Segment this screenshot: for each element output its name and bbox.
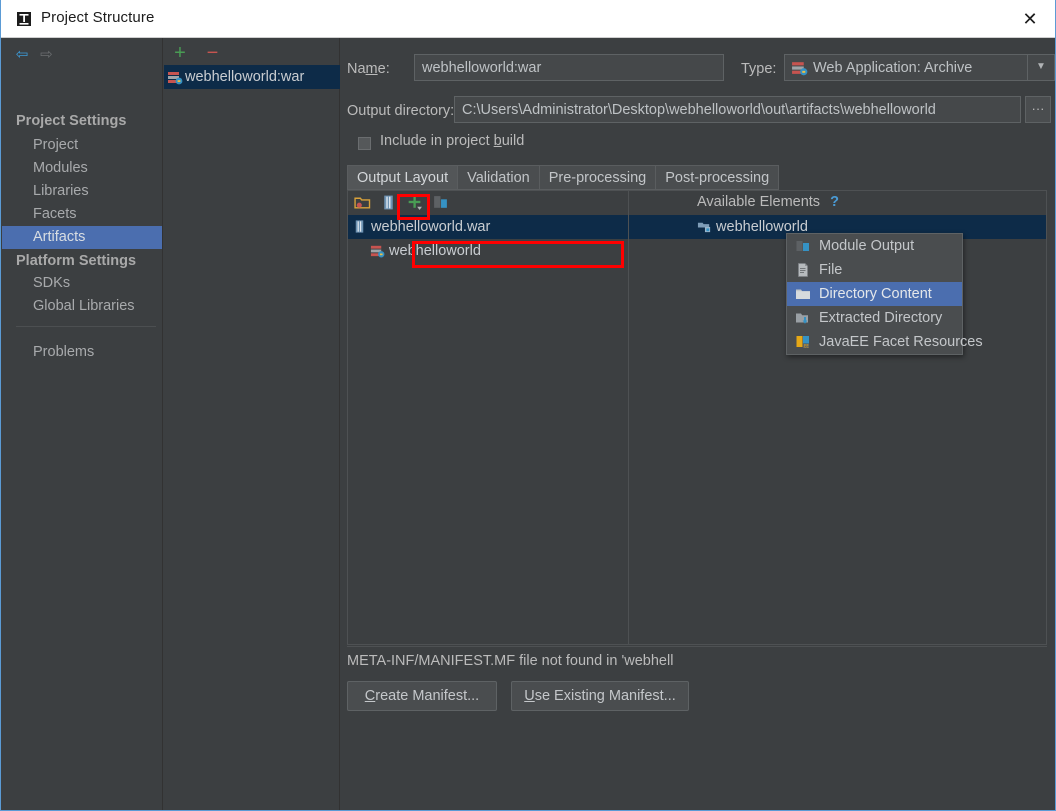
- javaee-facet-icon: EE: [795, 334, 811, 350]
- nav-arrows: ⇦ ⇨: [12, 46, 56, 64]
- file-icon: [795, 262, 811, 278]
- menu-item-label: Extracted Directory: [819, 310, 943, 326]
- title-bar: Project Structure ✕: [1, 0, 1055, 38]
- create-directory-icon[interactable]: [354, 194, 371, 211]
- remove-icon[interactable]: [432, 194, 449, 211]
- include-in-build-label: Include in project build: [380, 133, 525, 149]
- menu-item-directory-content[interactable]: Directory Content: [787, 282, 962, 306]
- manifest-message: META-INF/MANIFEST.MF file not found in '…: [347, 653, 674, 669]
- bottom-divider: [347, 646, 1047, 647]
- artifact-list-toolbar: + −: [170, 43, 222, 64]
- tab-pre-processing[interactable]: Pre-processing: [538, 165, 656, 190]
- output-directory-input[interactable]: C:\Users\Administrator\Desktop\webhellow…: [454, 96, 1021, 123]
- artifact-editor: Name: webhelloworld:war Type: Web Applic…: [341, 38, 1055, 810]
- menu-item-module-output[interactable]: Module Output: [787, 234, 962, 258]
- output-directory-label: Output directory:: [347, 103, 455, 119]
- add-element-menu: Module Output File Directory Content Ext…: [786, 233, 983, 355]
- table-row-label: webhelloworld.war: [371, 219, 491, 235]
- svg-text:EE: EE: [804, 343, 809, 348]
- table-row[interactable]: webhelloworld: [348, 239, 628, 263]
- folder-icon: [795, 286, 811, 302]
- available-elements-title: Available Elements: [697, 194, 821, 210]
- forward-arrow-icon[interactable]: ⇨: [36, 46, 56, 64]
- menu-item-label: Directory Content: [819, 286, 932, 302]
- table-row-label: webhelloworld: [389, 243, 481, 259]
- menu-item-label: JavaEE Facet Resources: [819, 334, 983, 350]
- war-artifact-icon: [370, 243, 385, 258]
- sidebar-divider: [16, 326, 156, 327]
- sidebar-item-sdks[interactable]: SDKs: [2, 272, 162, 295]
- add-copy-icon[interactable]: [406, 194, 423, 211]
- settings-sidebar: ⇦ ⇨ Project Settings Platform Settings P…: [2, 38, 163, 810]
- create-manifest-button[interactable]: Create Manifest...: [347, 681, 497, 711]
- table-row[interactable]: webhelloworld.war: [348, 215, 628, 239]
- sidebar-group-project-settings: Project Settings: [16, 113, 127, 129]
- extract-dir-icon: [795, 310, 811, 326]
- browse-output-directory-button[interactable]: ···: [1025, 96, 1051, 123]
- add-artifact-button[interactable]: +: [170, 43, 190, 64]
- available-elements-header: Available Elements ?: [629, 191, 1047, 214]
- tab-output-layout[interactable]: Output Layout: [347, 165, 458, 190]
- type-select-value: Web Application: Archive: [813, 60, 973, 76]
- menu-item-label: File: [819, 262, 843, 278]
- remove-artifact-button[interactable]: −: [202, 43, 222, 64]
- war-artifact-icon: [167, 69, 183, 85]
- archive-icon: [352, 219, 367, 234]
- sidebar-item-problems[interactable]: Problems: [2, 341, 162, 364]
- output-layout-toolbar: [348, 191, 627, 214]
- panel-splitter[interactable]: [628, 191, 629, 644]
- list-item-label: webhelloworld:war: [185, 69, 305, 85]
- chevron-down-icon[interactable]: ▼: [1027, 55, 1054, 80]
- menu-item-extracted-directory[interactable]: Extracted Directory: [787, 306, 962, 330]
- module-output-icon: [795, 238, 811, 254]
- create-archive-icon[interactable]: [380, 194, 397, 211]
- help-icon[interactable]: ?: [830, 194, 839, 210]
- menu-item-javaee-facet-resources[interactable]: EE JavaEE Facet Resources: [787, 330, 983, 354]
- sidebar-group-platform-settings: Platform Settings: [16, 253, 137, 269]
- include-in-build-checkbox[interactable]: [358, 137, 371, 150]
- list-item[interactable]: webhelloworld:war: [164, 65, 340, 89]
- sidebar-item-facets[interactable]: Facets: [2, 203, 162, 226]
- type-label: Type:: [741, 61, 777, 77]
- sidebar-item-libraries[interactable]: Libraries: [2, 180, 162, 203]
- editor-tabs: Output Layout Validation Pre-processing Pos…: [347, 165, 780, 190]
- type-select[interactable]: Web Application: Archive ▼: [784, 54, 1055, 81]
- sidebar-item-modules[interactable]: Modules: [2, 157, 162, 180]
- tab-post-processing[interactable]: Post-processing: [655, 165, 780, 190]
- sidebar-item-artifacts[interactable]: Artifacts: [2, 226, 162, 249]
- tab-validation[interactable]: Validation: [457, 165, 539, 190]
- menu-item-label: Module Output: [819, 238, 915, 254]
- close-icon[interactable]: ✕: [1017, 6, 1043, 32]
- project-structure-dialog: Project Structure ✕ ⇦ ⇨ Project Settings…: [0, 0, 1056, 811]
- use-existing-manifest-button[interactable]: Use Existing Manifest...: [511, 681, 689, 711]
- page-title: Project Structure: [41, 9, 155, 26]
- name-input[interactable]: webhelloworld:war: [414, 54, 724, 81]
- sidebar-item-global-libraries[interactable]: Global Libraries: [2, 295, 162, 318]
- menu-item-file[interactable]: File: [787, 258, 962, 282]
- module-icon: [697, 219, 712, 234]
- war-artifact-icon: [791, 59, 808, 76]
- name-label: Name:: [347, 61, 390, 77]
- back-arrow-icon[interactable]: ⇦: [12, 46, 32, 64]
- sidebar-item-project[interactable]: Project: [2, 134, 162, 157]
- artifact-list-panel: + − webhelloworld:war: [164, 38, 340, 810]
- intellij-idea-icon: [15, 10, 33, 28]
